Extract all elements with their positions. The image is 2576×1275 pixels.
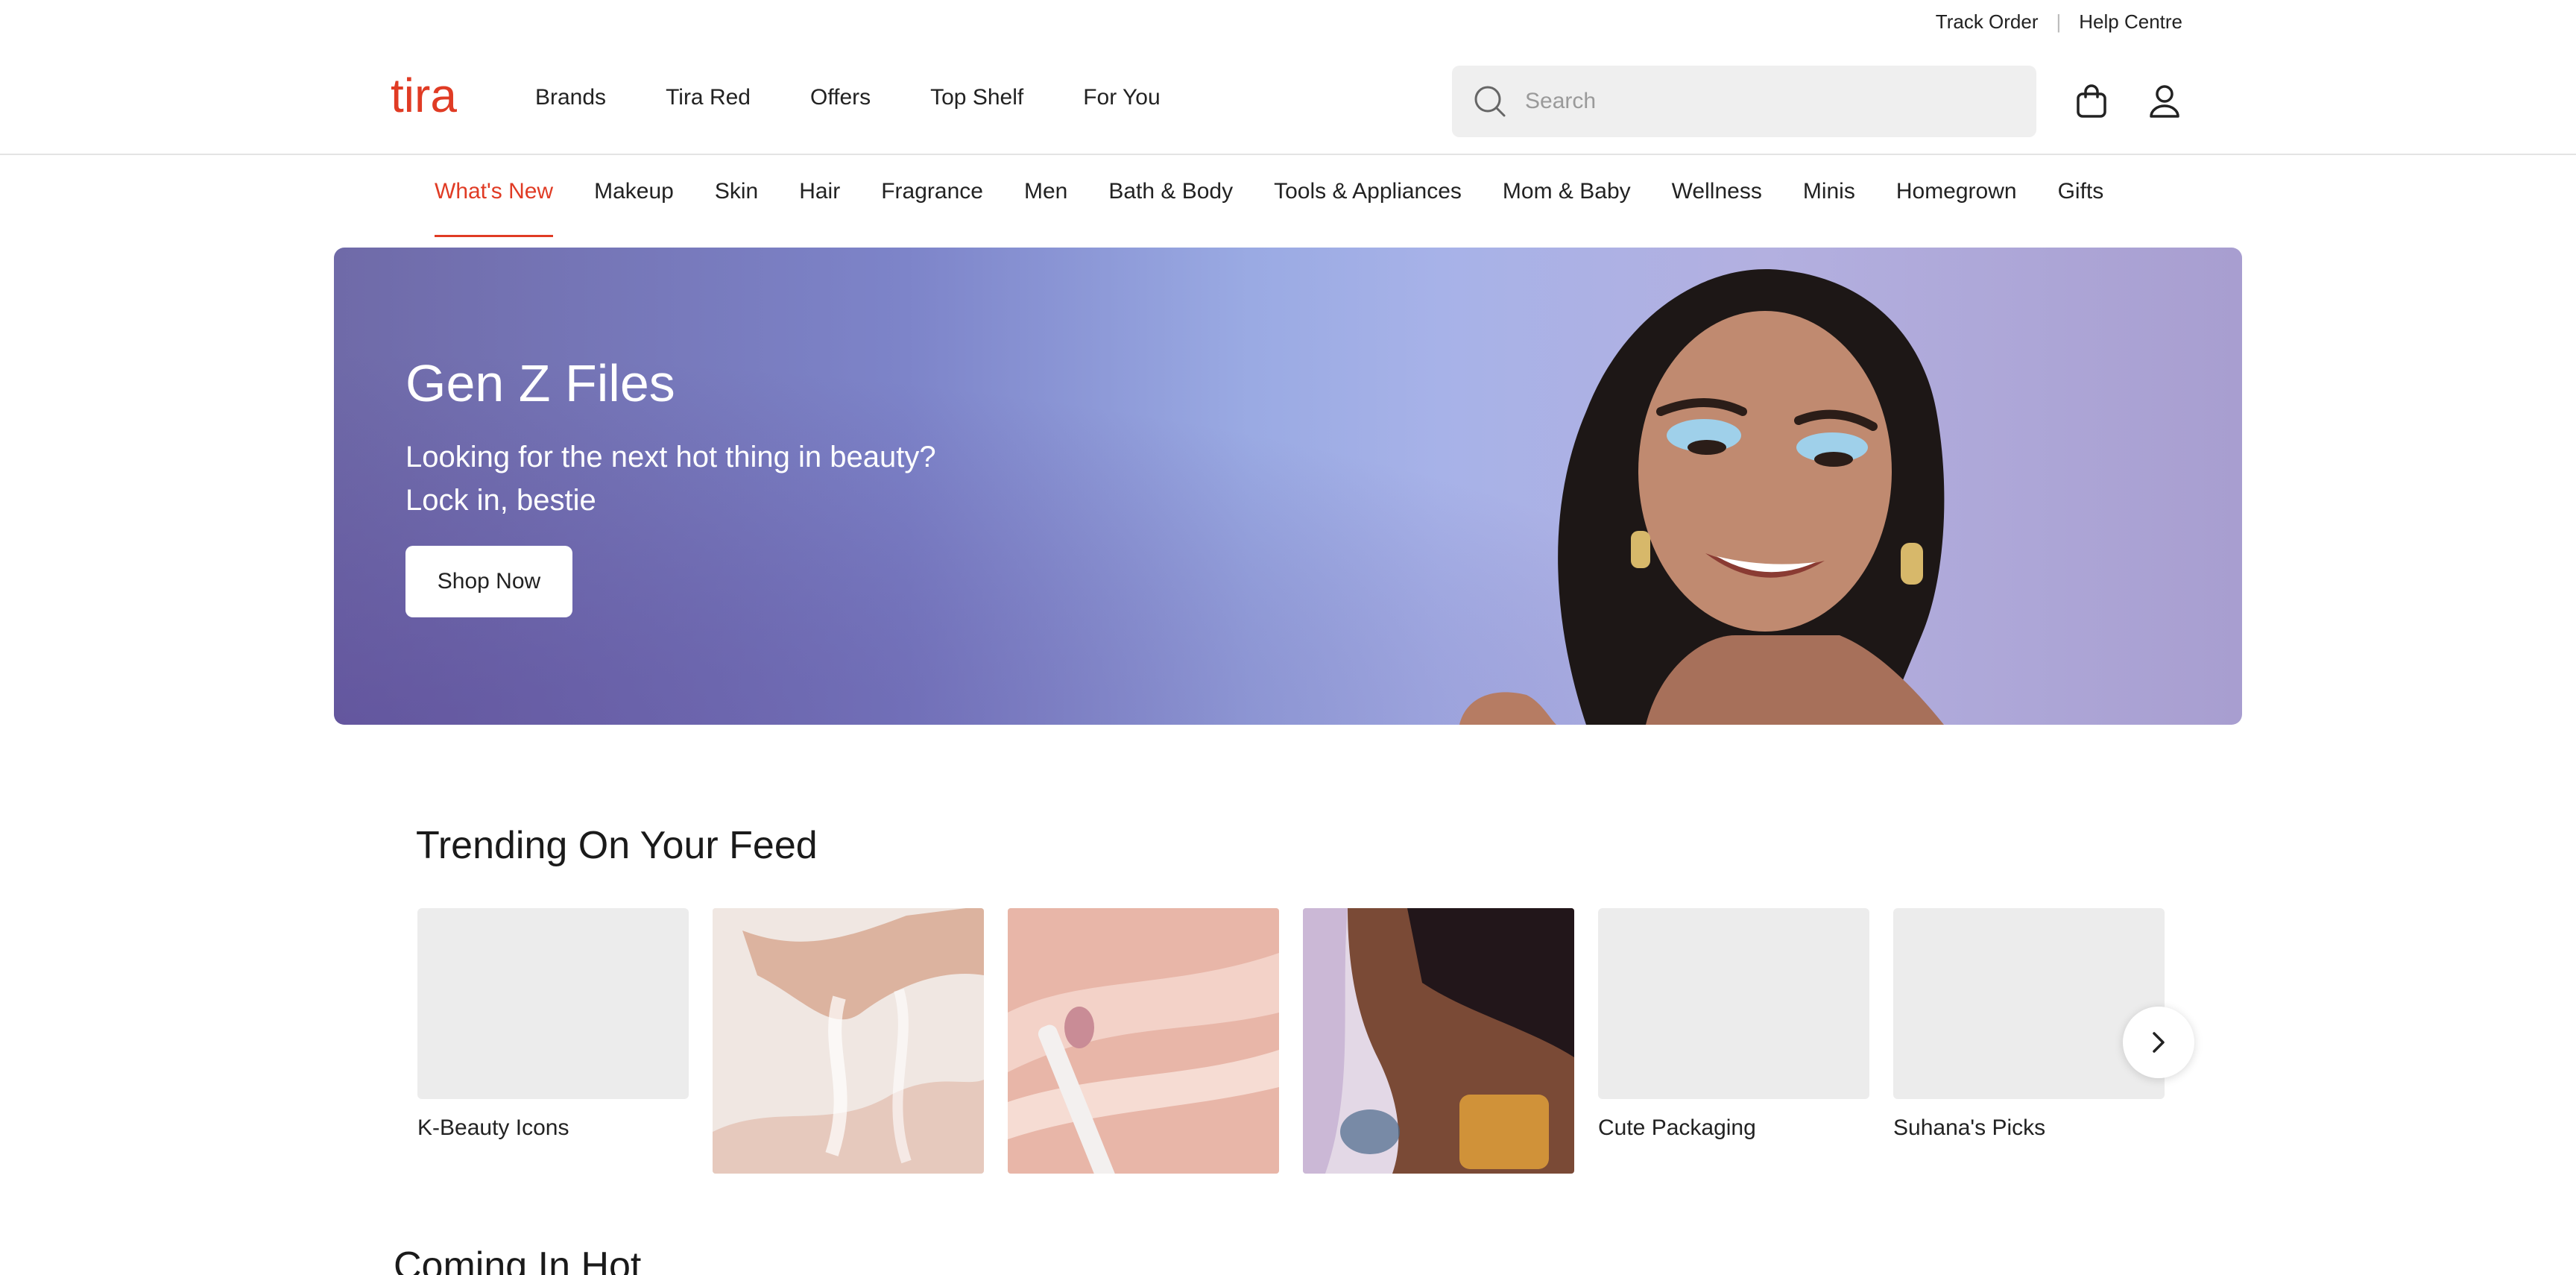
category-skin[interactable]: Skin	[715, 155, 758, 237]
trending-carousel: K-Beauty Icons Cute Packaging Suhana's P…	[417, 908, 2165, 1187]
hero-banner[interactable]: Gen Z Files Looking for the next hot thi…	[334, 248, 2242, 725]
category-gifts[interactable]: Gifts	[2058, 155, 2104, 237]
search-icon	[1474, 86, 1506, 117]
trending-card-cute-packaging[interactable]: Cute Packaging	[1598, 908, 1869, 1177]
category-hair[interactable]: Hair	[799, 155, 840, 237]
category-fragrance[interactable]: Fragrance	[881, 155, 983, 237]
category-bath-body[interactable]: Bath & Body	[1108, 155, 1233, 237]
category-tools-appliances[interactable]: Tools & Appliances	[1274, 155, 1462, 237]
shop-now-button[interactable]: Shop Now	[405, 546, 572, 617]
utility-separator: |	[2056, 10, 2062, 33]
hero-subtitle-line-2: Lock in, bestie	[405, 484, 596, 517]
category-wellness[interactable]: Wellness	[1672, 155, 1762, 237]
nav-brands[interactable]: Brands	[535, 85, 606, 110]
nav-for-you[interactable]: For You	[1083, 85, 1160, 110]
card-label: K-Beauty Icons	[417, 1115, 569, 1140]
card-image-placeholder	[417, 908, 689, 1099]
category-homegrown[interactable]: Homegrown	[1896, 155, 2017, 237]
track-order-link[interactable]: Track Order	[1936, 10, 2039, 34]
user-icon[interactable]	[2145, 82, 2184, 121]
nav-offers[interactable]: Offers	[810, 85, 871, 110]
coming-in-hot-title: Coming In Hot	[394, 1244, 642, 1275]
hero-title: Gen Z Files	[405, 354, 675, 412]
card-image-perfume	[1303, 908, 1574, 1174]
card-image-lip-gloss	[1008, 908, 1279, 1187]
shopping-bag-icon[interactable]	[2072, 82, 2111, 121]
trending-card-perfume[interactable]	[1303, 908, 1574, 1177]
site-header: tira Brands Tira Red Offers Top Shelf Fo…	[0, 45, 2576, 155]
hero-model-image	[1459, 269, 1945, 725]
utility-bar: Track Order | Help Centre	[0, 0, 2576, 45]
category-whats-new[interactable]: What's New	[435, 155, 554, 237]
trending-card-k-beauty[interactable]: K-Beauty Icons	[417, 908, 689, 1177]
card-label: Cute Packaging	[1598, 1115, 1756, 1140]
category-nav: What's New Makeup Skin Hair Fragrance Me…	[435, 155, 2103, 237]
card-image-placeholder	[1893, 908, 2165, 1099]
category-makeup[interactable]: Makeup	[594, 155, 674, 237]
nav-tira-red[interactable]: Tira Red	[666, 85, 751, 110]
carousel-next-button[interactable]	[2123, 1007, 2194, 1078]
hero-subtitle: Looking for the next hot thing in beauty…	[405, 435, 1076, 522]
trending-title: Trending On Your Feed	[416, 824, 818, 867]
search-bar[interactable]	[1452, 66, 2036, 137]
search-input[interactable]	[1525, 89, 2002, 114]
hero-subtitle-line-1: Looking for the next hot thing in beauty…	[405, 441, 936, 473]
utility-links: Track Order | Help Centre	[1936, 10, 2182, 34]
category-mom-baby[interactable]: Mom & Baby	[1503, 155, 1631, 237]
category-minis[interactable]: Minis	[1803, 155, 1855, 237]
trending-card-lip-gloss[interactable]	[1008, 908, 1279, 1187]
main-nav: Brands Tira Red Offers Top Shelf For You	[535, 85, 1161, 110]
card-image-gel	[713, 908, 984, 1174]
nav-top-shelf[interactable]: Top Shelf	[930, 85, 1023, 110]
svg-text:tira: tira	[391, 75, 457, 122]
card-image-placeholder	[1598, 908, 1869, 1099]
help-centre-link[interactable]: Help Centre	[2079, 10, 2182, 34]
trending-card-gel[interactable]	[713, 908, 984, 1177]
tira-logo[interactable]: tira	[391, 75, 480, 124]
category-men[interactable]: Men	[1024, 155, 1067, 237]
chevron-right-icon	[2153, 1032, 2165, 1053]
card-label: Suhana's Picks	[1893, 1115, 2046, 1140]
